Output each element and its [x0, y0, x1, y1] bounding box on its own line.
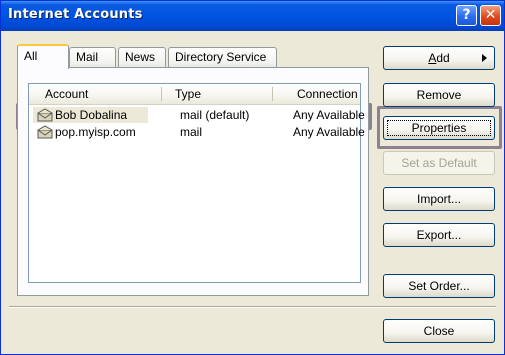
column-divider[interactable] — [272, 87, 273, 101]
column-divider[interactable] — [161, 87, 162, 101]
column-header-type[interactable]: Type — [169, 84, 279, 104]
add-label-rest: dd — [436, 51, 450, 65]
title-bar[interactable]: Internet Accounts ? ✕ — [1, 1, 504, 31]
mail-account-icon — [37, 108, 53, 122]
account-name: pop.myisp.com — [55, 125, 136, 139]
column-header-connection[interactable]: Connection — [291, 84, 361, 104]
focus-ring — [387, 120, 491, 136]
help-button[interactable]: ? — [456, 5, 477, 26]
tab-mail[interactable]: Mail — [69, 47, 116, 68]
account-connection: Any Available — [293, 125, 365, 139]
account-row-pop-myisp[interactable]: pop.myisp.com mail Any Available — [31, 124, 365, 141]
tab-directory-service[interactable]: Directory Service — [168, 47, 277, 68]
account-cell: Bob Dobalina — [33, 107, 148, 123]
account-type: mail — [180, 125, 203, 139]
separator — [9, 306, 496, 308]
properties-button[interactable]: Properties — [383, 116, 495, 140]
set-order-button[interactable]: Set Order... — [383, 274, 495, 298]
close-window-button[interactable]: ✕ — [480, 5, 501, 26]
account-connection: Any Available — [293, 108, 365, 122]
remove-button[interactable]: Remove — [383, 83, 495, 107]
submenu-arrow-icon — [482, 54, 487, 62]
column-header-account[interactable]: Account — [39, 84, 164, 104]
close-button[interactable]: Close — [383, 319, 495, 343]
tab-all[interactable]: All — [17, 44, 69, 69]
import-button[interactable]: Import... — [383, 187, 495, 211]
window-title: Internet Accounts — [8, 7, 143, 22]
internet-accounts-dialog: Internet Accounts ? ✕ All Mail News Dire… — [0, 0, 505, 355]
add-button[interactable]: Add — [383, 46, 495, 70]
tab-news[interactable]: News — [118, 47, 166, 68]
account-name: Bob Dobalina — [55, 108, 128, 122]
account-type: mail (default) — [180, 108, 250, 122]
account-row-bob-dobalina[interactable]: Bob Dobalina mail (default) Any Availabl… — [31, 107, 365, 124]
set-as-default-button[interactable]: Set as Default — [383, 151, 495, 175]
export-button[interactable]: Export... — [383, 223, 495, 247]
account-cell: pop.myisp.com — [33, 124, 148, 140]
accounts-list[interactable]: Account Type Connection Bob Dobalina mai… — [28, 83, 365, 283]
list-header: Account Type Connection — [29, 84, 360, 105]
tab-panel-all: Account Type Connection Bob Dobalina mai… — [17, 67, 369, 296]
mail-account-icon — [37, 125, 53, 139]
